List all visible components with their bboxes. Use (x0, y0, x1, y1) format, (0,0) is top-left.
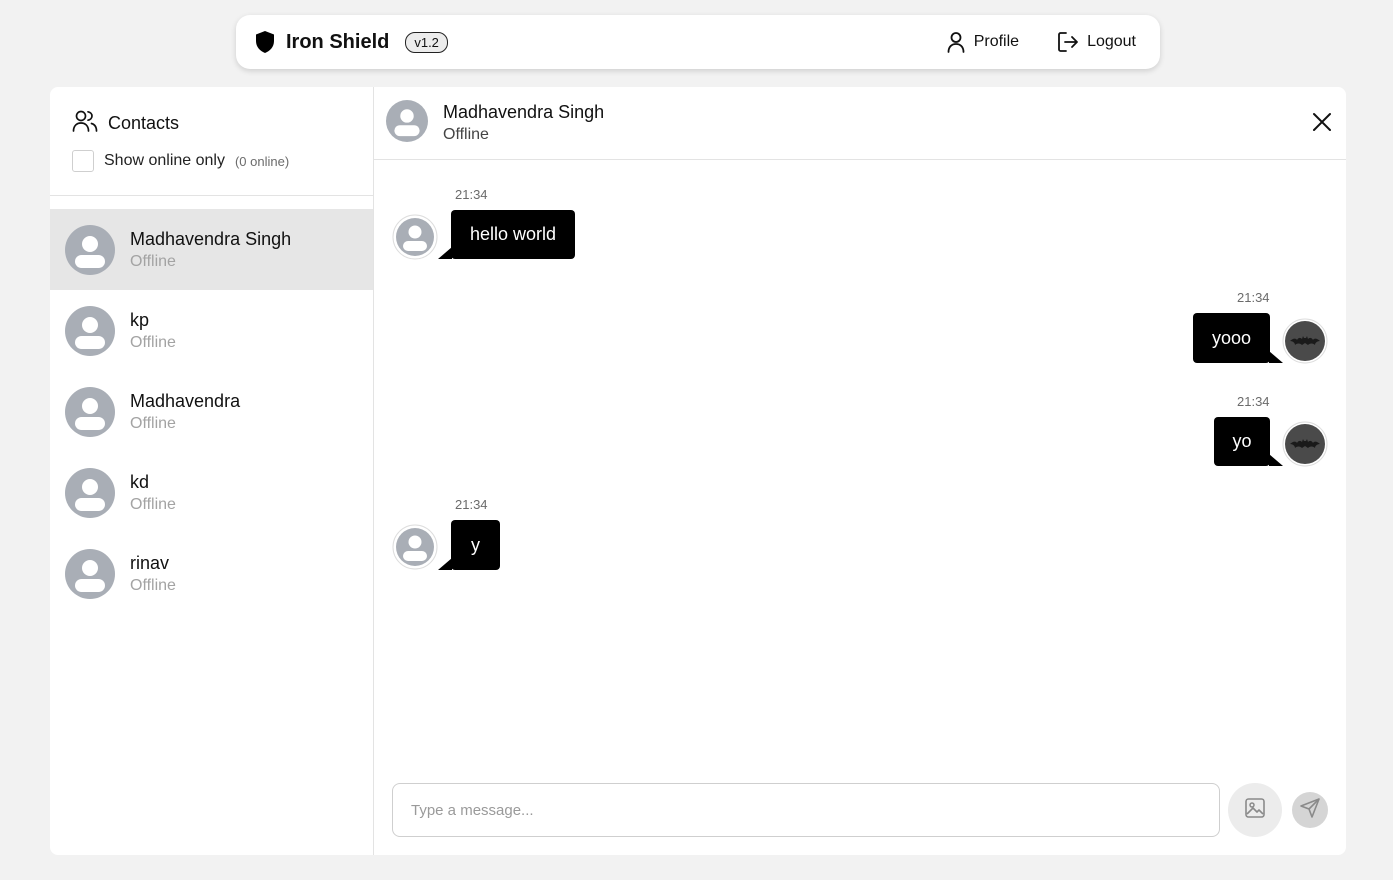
profile-label: Profile (973, 33, 1020, 50)
contact-item[interactable]: kp Offline (50, 290, 373, 371)
default-avatar-icon (65, 305, 115, 356)
contact-status: Offline (130, 252, 176, 270)
contact-status: Offline (130, 333, 176, 351)
chat-contact-status: Offline (443, 126, 489, 143)
chat-header: Madhavendra Singh Offline (374, 87, 1346, 160)
chat-panel: Madhavendra Singh Offline 21:34 hello wo… (374, 87, 1346, 855)
sidebar-header: Contacts Show online only (0 online) (50, 87, 373, 196)
message-bubble-received: y (451, 520, 500, 570)
contact-item[interactable]: kd Offline (50, 452, 373, 533)
close-icon[interactable] (1312, 112, 1332, 137)
image-icon (1244, 797, 1266, 824)
contact-item[interactable]: Madhavendra Singh Offline (50, 209, 373, 290)
sender-avatar (392, 524, 438, 575)
brand[interactable]: Iron Shield v1.2 (254, 30, 448, 54)
bat-avatar-icon (1282, 318, 1328, 369)
message-bubble-sent: yooo (1193, 313, 1270, 363)
contact-status: Offline (130, 495, 176, 513)
message-time: 21:34 (455, 497, 488, 512)
main-container: Contacts Show online only (0 online) Mad… (50, 87, 1346, 855)
bat-avatar-icon (1282, 421, 1328, 472)
shield-icon (254, 30, 276, 54)
contact-name: kd (130, 471, 150, 492)
contact-status: Offline (130, 414, 176, 432)
contact-status: Offline (130, 576, 176, 594)
message-time: 21:34 (1237, 394, 1270, 409)
contact-name: Madhavendra (130, 390, 241, 411)
bubble-tail (1269, 454, 1283, 466)
contact-name: Madhavendra Singh (130, 228, 292, 249)
users-icon (72, 109, 98, 138)
brand-name: Iron Shield (286, 30, 390, 53)
bubble-tail (438, 247, 452, 259)
message-time: 21:34 (455, 187, 488, 202)
message-bubble-received: hello world (451, 210, 575, 259)
default-avatar-icon (65, 386, 115, 437)
chat-avatar (386, 99, 428, 147)
bubble-tail (438, 558, 452, 570)
message-composer (392, 783, 1328, 837)
contact-item[interactable]: Madhavendra Offline (50, 371, 373, 452)
chat-contact-name: Madhavendra Singh (443, 102, 605, 122)
contacts-title: Contacts (108, 113, 180, 133)
logout-icon (1057, 31, 1079, 53)
send-icon (1299, 797, 1321, 824)
logout-label: Logout (1087, 33, 1136, 50)
contact-item[interactable]: rinav Offline (50, 533, 373, 614)
default-avatar-icon (65, 548, 115, 599)
message-bubble-sent: yo (1214, 417, 1270, 466)
version-badge: v1.2 (405, 31, 448, 53)
default-avatar-icon (65, 467, 115, 518)
bubble-tail (1269, 351, 1283, 363)
user-icon (946, 31, 966, 53)
show-online-label: Show online only (104, 152, 225, 169)
profile-link[interactable]: Profile (946, 31, 1019, 53)
contacts-sidebar: Contacts Show online only (0 online) Mad… (50, 87, 374, 855)
contact-name: rinav (130, 552, 170, 573)
online-count: (0 online) (234, 153, 290, 169)
message-time: 21:34 (1237, 290, 1270, 305)
message-input[interactable] (392, 783, 1220, 837)
message-list: 21:34 hello world 21:34 yooo 21:34 yo 21… (374, 160, 1346, 855)
sender-avatar (392, 214, 438, 265)
send-button[interactable] (1292, 792, 1328, 828)
default-avatar-icon (65, 224, 115, 275)
logout-link[interactable]: Logout (1057, 31, 1136, 53)
top-navbar: Iron Shield v1.2 Profile Logout (236, 15, 1160, 69)
attach-image-button[interactable] (1228, 783, 1282, 837)
show-online-checkbox[interactable] (72, 150, 94, 172)
contact-name: kp (130, 309, 150, 330)
contact-list: Madhavendra Singh Offline kp Offline Mad… (50, 196, 373, 614)
